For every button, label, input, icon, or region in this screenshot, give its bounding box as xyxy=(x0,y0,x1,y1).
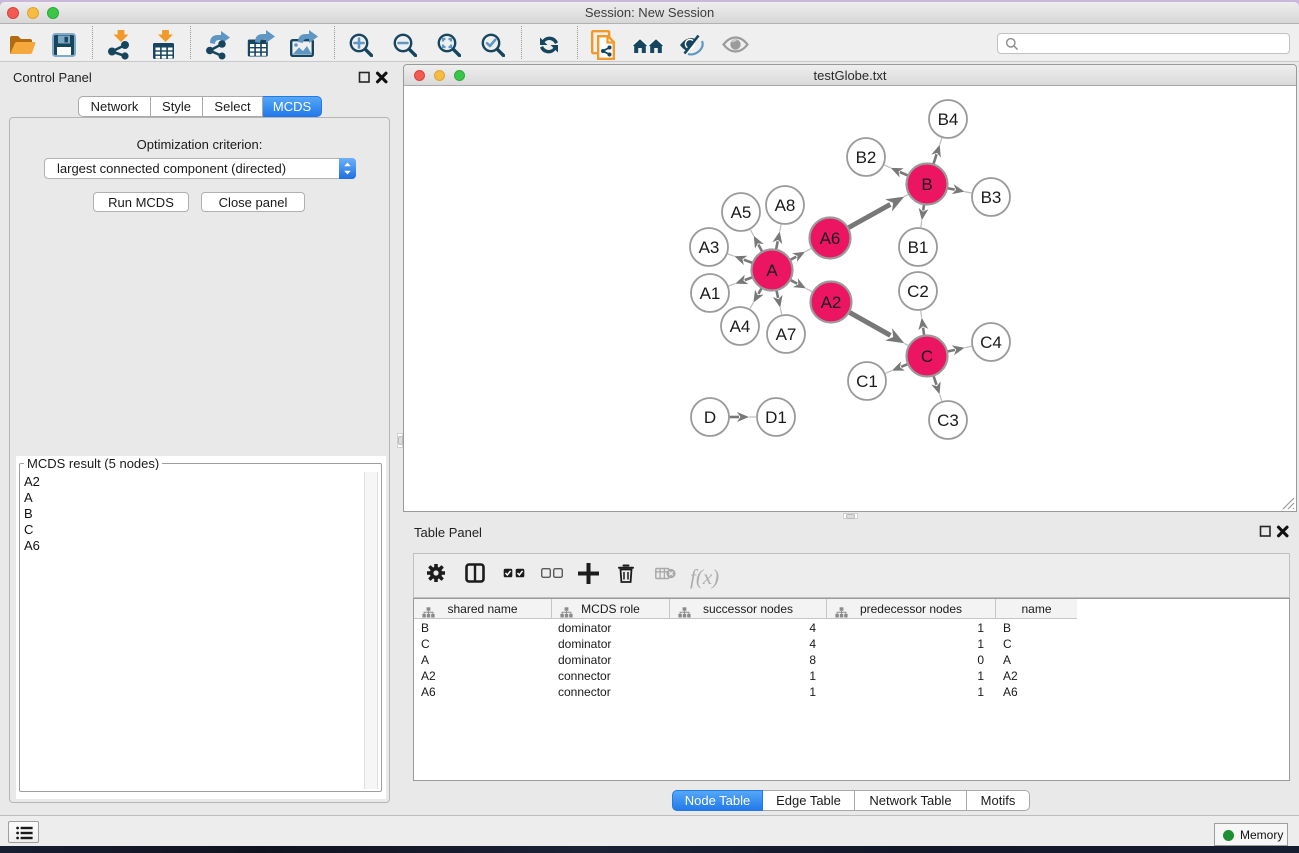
svg-text:A: A xyxy=(766,261,778,280)
svg-text:A4: A4 xyxy=(730,317,751,336)
svg-text:C4: C4 xyxy=(980,333,1002,352)
svg-text:A1: A1 xyxy=(700,284,721,303)
svg-text:A3: A3 xyxy=(699,238,720,257)
svg-text:B2: B2 xyxy=(856,148,877,167)
svg-text:C3: C3 xyxy=(937,411,959,430)
svg-text:A6: A6 xyxy=(820,229,841,248)
svg-text:A5: A5 xyxy=(731,203,752,222)
svg-text:B: B xyxy=(921,175,932,194)
svg-text:A8: A8 xyxy=(775,196,796,215)
svg-text:C2: C2 xyxy=(907,282,929,301)
svg-text:C: C xyxy=(921,347,933,366)
svg-text:A2: A2 xyxy=(821,293,842,312)
svg-text:B4: B4 xyxy=(938,110,959,129)
svg-text:D1: D1 xyxy=(765,408,787,427)
svg-text:B1: B1 xyxy=(908,238,929,257)
svg-text:A7: A7 xyxy=(776,325,797,344)
svg-text:B3: B3 xyxy=(981,188,1002,207)
svg-text:C1: C1 xyxy=(856,372,878,391)
svg-text:D: D xyxy=(704,408,716,427)
